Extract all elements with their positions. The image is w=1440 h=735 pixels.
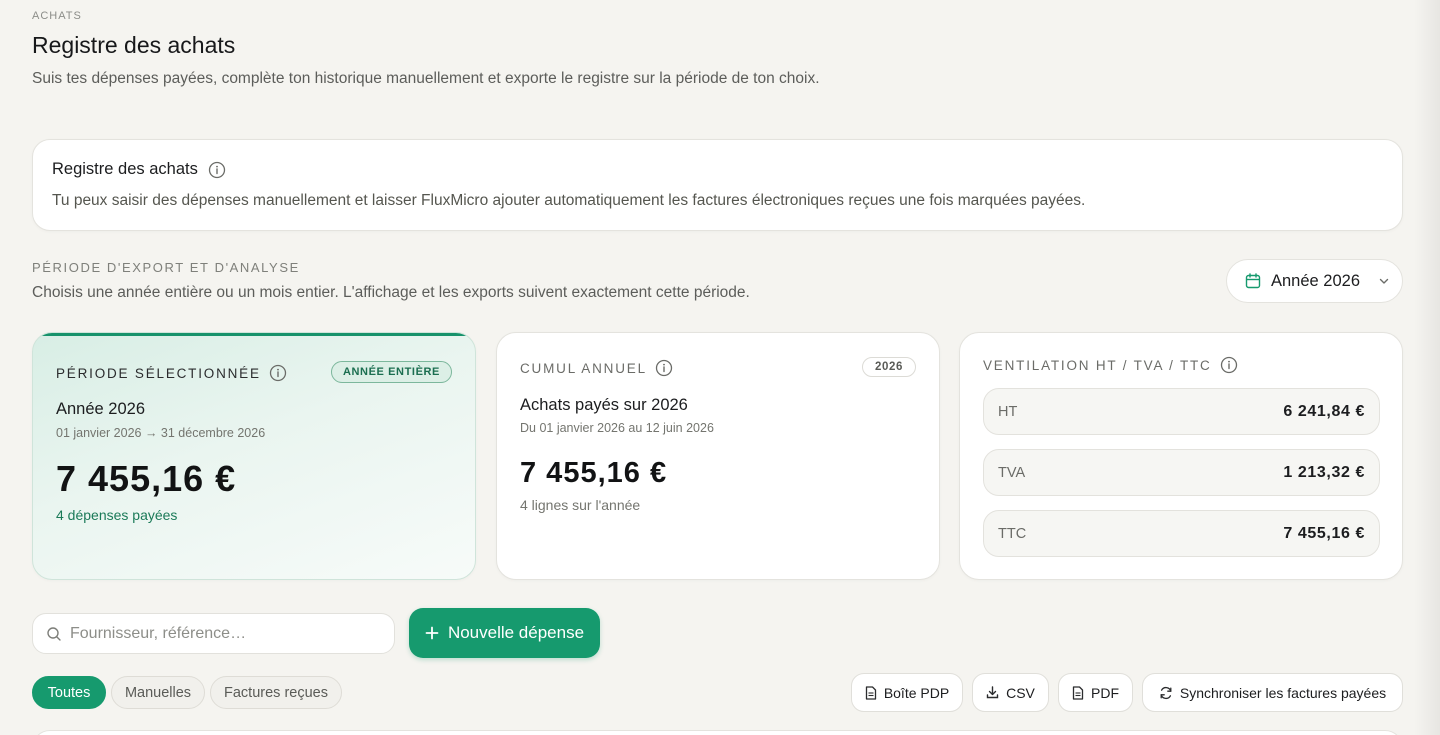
ventilation-row-tva: TVA 1 213,32 € <box>983 449 1380 496</box>
boite-pdp-label: Boîte PDP <box>883 684 950 701</box>
document-icon <box>865 685 877 700</box>
sync-invoices-button[interactable]: Synchroniser les factures payées <box>1142 673 1403 712</box>
ventilation-key: HT <box>998 403 1018 420</box>
calendar-icon <box>1245 273 1261 289</box>
period-type-badge: ANNÉE ENTIÈRE <box>330 361 452 383</box>
ventilation-row-ttc: TTC 7 455,16 € <box>983 510 1380 557</box>
filter-toutes[interactable]: Toutes <box>32 676 106 709</box>
pdf-label: PDF <box>1091 684 1119 701</box>
selected-period-range: 01 janvier 2026 → 31 décembre 2026 <box>56 426 266 440</box>
info-icon[interactable] <box>269 364 287 382</box>
period-label: PÉRIODE D'EXPORT ET D'ANALYSE <box>32 260 300 275</box>
csv-label: CSV <box>1006 684 1035 701</box>
filter-manuelles[interactable]: Manuelles <box>111 676 205 709</box>
page: ACHATS Registre des achats Suis tes dépe… <box>0 0 1440 735</box>
sync-label: Synchroniser les factures payées <box>1179 684 1387 701</box>
selected-period-label: PÉRIODE SÉLECTIONNÉE <box>56 365 261 381</box>
search-icon <box>46 626 62 642</box>
cumul-amount: 7 455,16 € <box>520 457 668 489</box>
info-icon[interactable] <box>655 359 673 377</box>
ventilation-key: TVA <box>998 464 1026 481</box>
search-box <box>32 613 395 654</box>
search-input[interactable] <box>70 624 370 643</box>
info-card-description: Tu peux saisir des dépenses manuellement… <box>52 192 1086 209</box>
selected-period-count: 4 dépenses payées <box>56 507 178 523</box>
download-icon <box>986 686 999 699</box>
chevron-down-icon <box>1378 275 1390 287</box>
cumul-label-row: CUMUL ANNUEL <box>520 359 673 377</box>
plus-icon <box>425 626 439 640</box>
ventilation-key: TTC <box>998 525 1027 542</box>
expenses-table <box>32 730 1403 735</box>
page-subtitle: Suis tes dépenses payées, complète ton h… <box>32 70 820 87</box>
refresh-icon <box>1159 686 1173 700</box>
document-icon <box>1072 685 1084 700</box>
new-expense-button[interactable]: Nouvelle dépense <box>409 608 600 658</box>
scroll-shadow <box>1414 0 1440 735</box>
pdf-export-button[interactable]: PDF <box>1058 673 1133 712</box>
period-description: Choisis une année entière ou un mois ent… <box>32 284 750 301</box>
cumul-range: Du 01 janvier 2026 au 12 juin 2026 <box>520 421 714 435</box>
ventilation-value: 6 241,84 € <box>1283 402 1365 420</box>
info-icon[interactable] <box>208 161 226 179</box>
filter-factures-recues[interactable]: Factures reçues <box>210 676 342 709</box>
selected-period-amount: 7 455,16 € <box>56 458 237 499</box>
cumul-subtitle: Achats payés sur 2026 <box>520 396 688 414</box>
ventilation-card: VENTILATION HT / TVA / TTC HT 6 241,84 €… <box>959 332 1403 580</box>
cumul-annuel-card: CUMUL ANNUEL 2026 Achats payés sur 2026 … <box>496 332 940 580</box>
new-expense-label: Nouvelle dépense <box>447 623 585 642</box>
ventilation-label: VENTILATION HT / TVA / TTC <box>983 357 1212 373</box>
ventilation-row-ht: HT 6 241,84 € <box>983 388 1380 435</box>
selected-period-subtitle: Année 2026 <box>56 400 146 418</box>
info-card-title-row: Registre des achats <box>52 160 226 179</box>
info-card: Registre des achats Tu peux saisir des d… <box>32 139 1403 231</box>
selected-period-card: PÉRIODE SÉLECTIONNÉE ANNÉE ENTIÈRE Année… <box>32 332 476 580</box>
boite-pdp-button[interactable]: Boîte PDP <box>851 673 963 712</box>
cumul-count: 4 lignes sur l'année <box>520 497 641 513</box>
period-select-value: Année 2026 <box>1271 271 1361 290</box>
csv-export-button[interactable]: CSV <box>972 673 1049 712</box>
ventilation-label-row: VENTILATION HT / TVA / TTC <box>983 356 1238 374</box>
year-badge: 2026 <box>862 357 916 377</box>
section-eyebrow: ACHATS <box>32 10 82 22</box>
period-select[interactable]: Année 2026 <box>1226 259 1403 303</box>
ventilation-value: 1 213,32 € <box>1283 463 1365 481</box>
info-icon[interactable] <box>1220 356 1238 374</box>
ventilation-value: 7 455,16 € <box>1283 524 1365 542</box>
page-title: Registre des achats <box>32 32 236 58</box>
selected-period-label-row: PÉRIODE SÉLECTIONNÉE <box>56 364 287 382</box>
cumul-label: CUMUL ANNUEL <box>520 360 647 376</box>
info-card-title: Registre des achats <box>52 160 198 178</box>
